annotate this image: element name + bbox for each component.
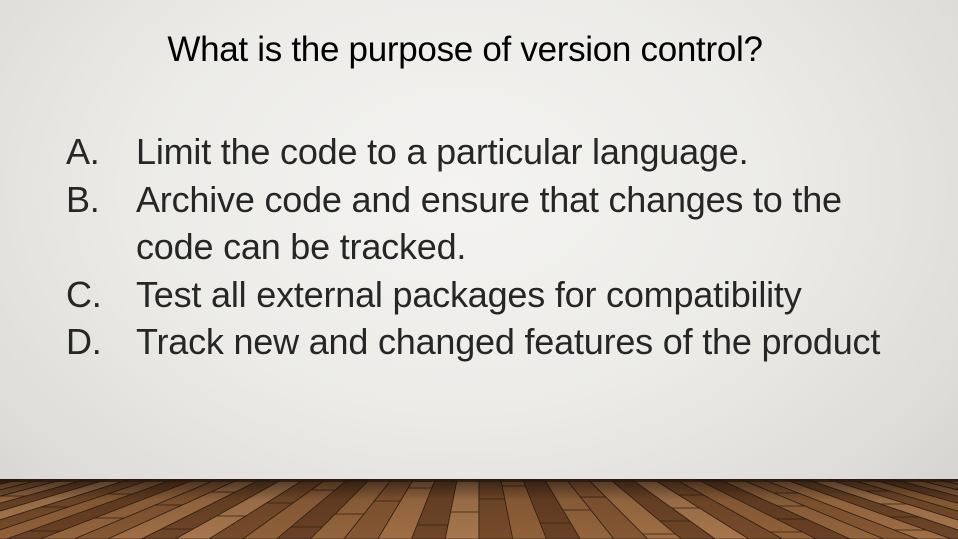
- answer-option-d: D. Track new and changed features of the…: [66, 318, 886, 366]
- answer-letter: A.: [66, 131, 100, 172]
- answer-letter: B.: [66, 178, 100, 220]
- answer-option-a: A. Limit the code to a particular langua…: [66, 128, 886, 176]
- wood-floor-decoration: [0, 479, 958, 539]
- answer-text: Test all external packages for compatibi…: [136, 273, 802, 315]
- slide-title: What is the purpose of version control?: [167, 30, 763, 69]
- answer-text: Archive code and ensure that changes to …: [136, 178, 842, 268]
- answer-text: Limit the code to a particular language.: [136, 131, 749, 172]
- answer-letter: C.: [66, 273, 102, 315]
- answer-text: Track new and changed features of the pr…: [136, 321, 881, 362]
- answer-list: A. Limit the code to a particular langua…: [66, 128, 886, 366]
- answer-letter: D.: [66, 321, 102, 362]
- answer-option-c: C. Test all external packages for compat…: [66, 271, 886, 319]
- answer-option-b: B. Archive code and ensure that changes …: [66, 176, 886, 271]
- slide: What is the purpose of version control? …: [0, 0, 958, 539]
